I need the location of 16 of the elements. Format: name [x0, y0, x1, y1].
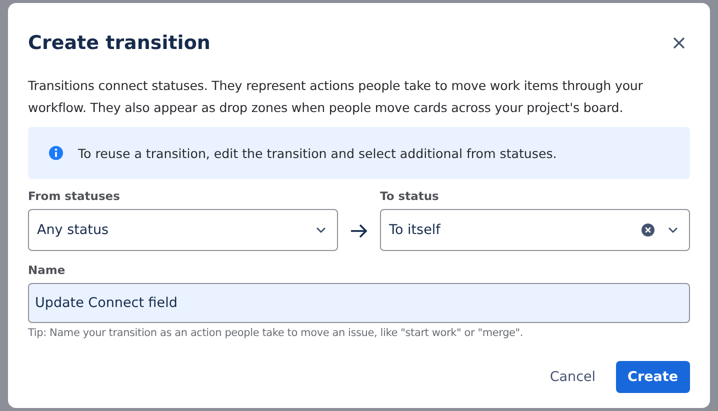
- to-status-select[interactable]: To itself: [380, 209, 690, 251]
- field-label: From statuses: [28, 189, 121, 203]
- field-label: Name: [28, 263, 66, 277]
- name-input[interactable]: Update Connect field: [28, 283, 690, 323]
- arrow-right-icon: [350, 224, 368, 238]
- info-message: To reuse a transition, edit the transition and select additional from statuses.: [78, 146, 557, 160]
- description: Transitions connect statuses. They represent actions people take to move work items through your workflow. They also appear as drop zones when people move cards across your project's board.: [28, 77, 644, 117]
- create-button[interactable]: Create: [616, 361, 690, 393]
- from-status-select[interactable]: Any status: [28, 209, 338, 251]
- helper-text: Tip: Name your transition as an action people take to move an issue, like "start work" or "merge".: [28, 327, 524, 339]
- dialog-title: Create transition: [28, 32, 210, 54]
- close-icon: [672, 36, 686, 50]
- field-label: To status: [380, 189, 440, 203]
- clear-icon[interactable]: [641, 223, 655, 237]
- info-icon: [48, 145, 64, 161]
- cancel-button[interactable]: Cancel: [538, 361, 608, 393]
